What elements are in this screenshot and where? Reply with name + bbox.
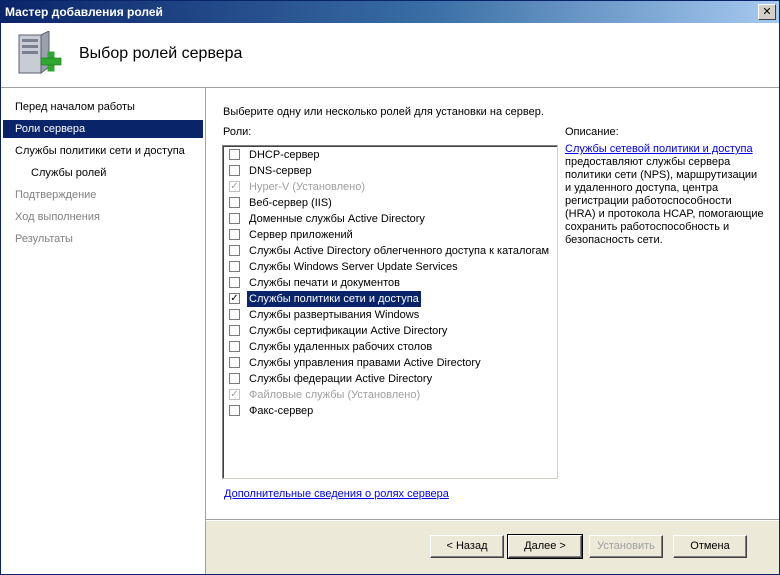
cancel-button[interactable]: Отмена xyxy=(673,535,747,558)
role-label: Hyper-V (Установлено) xyxy=(249,181,366,193)
close-button[interactable]: ✕ xyxy=(758,4,776,20)
description-label: Описание: xyxy=(565,126,619,138)
nav-item-npas[interactable]: Службы политики сети и доступа xyxy=(3,142,203,160)
role-checkbox[interactable] xyxy=(229,309,240,320)
title-bar[interactable]: Мастер добавления ролей ✕ xyxy=(1,1,779,23)
role-checkbox[interactable] xyxy=(229,357,240,368)
wizard-nav: Перед началом работы Роли сервера Службы… xyxy=(1,88,206,574)
role-checkbox[interactable] xyxy=(229,213,240,224)
role-label: DHCP-сервер xyxy=(249,149,320,161)
role-checkbox[interactable] xyxy=(229,165,240,176)
role-checkbox[interactable] xyxy=(229,341,240,352)
button-bar: < Назад Далее > Установить Отмена xyxy=(206,521,779,574)
nav-item-results: Результаты xyxy=(15,233,73,245)
role-label: Службы Active Directory облегченного дос… xyxy=(249,245,550,257)
role-label: Службы печати и документов xyxy=(249,277,400,289)
nav-item-progress: Ход выполнения xyxy=(15,211,100,223)
roles-listbox[interactable]: DHCP-сервер DNS-сервер ✓ Hyper-V (Устано… xyxy=(222,145,558,479)
role-label: Доменные службы Active Directory xyxy=(249,213,425,225)
page-title: Выбор ролей сервера xyxy=(79,45,243,62)
role-label: Службы развертывания Windows xyxy=(249,309,420,321)
role-checkbox[interactable] xyxy=(229,197,240,208)
install-button: Установить xyxy=(589,535,663,558)
role-checkbox: ✓ xyxy=(229,389,240,400)
roles-label: Роли: xyxy=(223,126,252,138)
role-label: Факс-сервер xyxy=(249,405,314,417)
role-checkbox: ✓ xyxy=(229,181,240,192)
nav-item-server-roles[interactable]: Роли сервера xyxy=(3,120,203,138)
role-label: Службы сертификации Active Directory xyxy=(249,325,448,337)
next-button[interactable]: Далее > xyxy=(507,534,583,559)
more-info-link[interactable]: Дополнительные сведения о ролях сервера xyxy=(224,488,449,500)
role-label: Службы удаленных рабочих столов xyxy=(249,341,433,353)
role-label: DNS-сервер xyxy=(249,165,312,177)
role-label: Службы политики сети и доступа xyxy=(247,291,421,307)
role-checkbox[interactable] xyxy=(229,373,240,384)
role-label: Сервер приложений xyxy=(249,229,353,241)
role-checkbox[interactable] xyxy=(229,277,240,288)
role-checkbox[interactable] xyxy=(229,261,240,272)
nav-item-before-you-begin[interactable]: Перед началом работы xyxy=(3,98,203,116)
back-button[interactable]: < Назад xyxy=(430,535,504,558)
wizard-window: Мастер добавления ролей ✕ Выбор ролей се… xyxy=(0,0,780,575)
role-label: Файловые службы (Установлено) xyxy=(249,389,421,401)
role-checkbox[interactable] xyxy=(229,149,240,160)
nav-item-confirmation: Подтверждение xyxy=(15,189,97,201)
description-text: Службы сетевой политики и доступа предос… xyxy=(565,143,765,247)
role-checkbox[interactable] xyxy=(229,245,240,256)
instruction-text: Выберите одну или несколько ролей для ус… xyxy=(223,106,544,118)
role-label: Службы управления правами Active Directo… xyxy=(249,357,481,369)
role-checkbox[interactable] xyxy=(229,325,240,336)
role-label: Веб-сервер (IIS) xyxy=(249,197,332,209)
role-label: Службы Windows Server Update Services xyxy=(249,261,458,273)
role-checkbox[interactable] xyxy=(229,229,240,240)
role-checkbox[interactable]: ✓ xyxy=(229,293,240,304)
description-body: предоставляют службы сервера политики се… xyxy=(565,156,764,246)
description-link[interactable]: Службы сетевой политики и доступа xyxy=(565,143,753,155)
server-add-icon xyxy=(18,31,62,74)
wizard-header: Выбор ролей сервера xyxy=(1,23,779,88)
role-checkbox[interactable] xyxy=(229,405,240,416)
window-title: Мастер добавления ролей xyxy=(5,5,163,19)
content-pane: Выберите одну или несколько ролей для ус… xyxy=(206,88,779,574)
nav-item-role-services[interactable]: Службы ролей xyxy=(3,164,203,182)
role-label: Службы федерации Active Directory xyxy=(249,373,433,385)
